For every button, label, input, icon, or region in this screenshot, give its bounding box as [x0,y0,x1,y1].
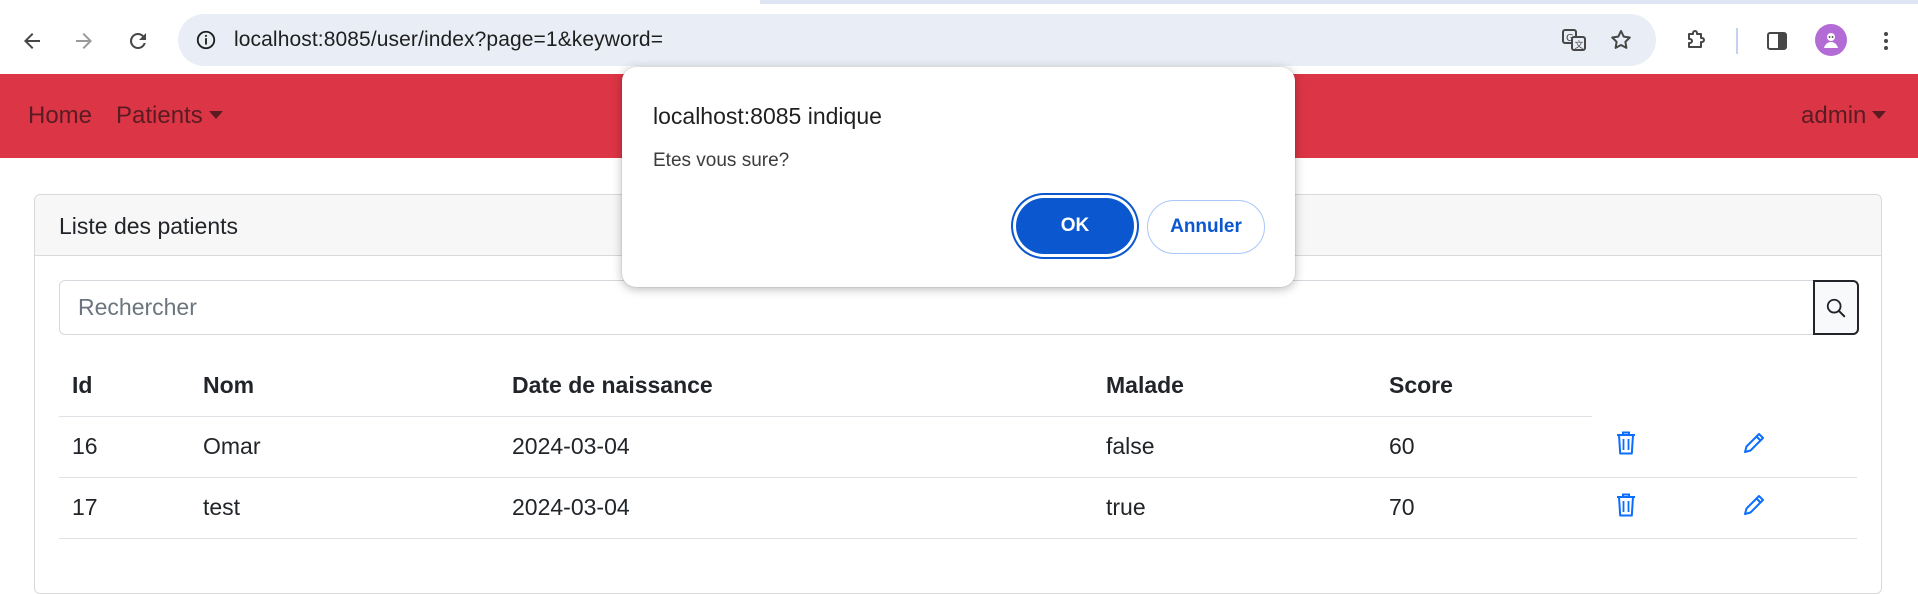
cell-delete [1592,416,1718,478]
extensions-button[interactable] [1676,21,1716,61]
cell-malade: false [1093,416,1376,478]
search-icon [1826,298,1846,317]
cell-nom: test [190,477,499,539]
pencil-icon [1744,433,1764,454]
arrow-right-icon [76,33,92,49]
side-panel-button[interactable] [1757,21,1797,61]
side-panel-icon [1767,32,1787,50]
nav-patients-dropdown[interactable]: Patients [116,102,223,130]
cell-edit [1718,477,1857,539]
translate-icon[interactable]: G文 [1558,24,1590,56]
cell-edit [1718,416,1857,478]
edit-button[interactable] [1741,430,1767,462]
nav-home[interactable]: Home [28,102,92,130]
svg-text:文: 文 [1575,39,1584,51]
card-title: Liste des patients [59,213,239,239]
reload-button[interactable] [118,21,158,61]
address-bar[interactable]: localhost:8085/user/index?page=1&keyword… [178,14,1656,66]
cell-score: 70 [1376,477,1592,539]
browser-toolbar: localhost:8085/user/index?page=1&keyword… [0,4,1918,74]
back-button[interactable] [12,21,52,61]
url-text[interactable]: localhost:8085/user/index?page=1&keyword… [234,28,663,52]
column-header-edit [1718,355,1857,416]
forward-button[interactable] [64,21,104,61]
cell-score: 60 [1376,416,1592,478]
bookmark-star-icon[interactable] [1605,24,1637,56]
browser-menu-button[interactable] [1866,21,1906,61]
search-input[interactable] [59,280,1815,335]
column-header-id: Id [59,355,190,417]
delete-button[interactable] [1615,492,1637,524]
pencil-icon [1744,494,1764,515]
column-header-date: Date de naissance [499,355,1093,417]
nav-patients-label: Patients [116,102,203,129]
column-header-malade: Malade [1093,355,1376,417]
dialog-title: localhost:8085 indique [653,103,882,129]
arrow-left-icon [24,33,40,49]
nav-user-dropdown[interactable]: admin [1801,102,1887,130]
search-button[interactable] [1813,280,1859,335]
cell-id: 17 [59,477,190,539]
site-info-icon[interactable] [190,24,222,56]
table-header-row: Id Nom Date de naissance Malade Score [59,355,1857,417]
toolbar-divider [1736,28,1738,54]
more-vert-icon [1884,32,1888,50]
cell-delete [1592,477,1718,539]
column-header-delete [1592,355,1718,416]
profile-avatar[interactable] [1815,24,1847,56]
cell-date: 2024-03-04 [499,477,1093,539]
confirm-dialog: localhost:8085 indique Etes vous sure? O… [622,67,1295,287]
edit-button[interactable] [1741,492,1767,524]
table-row: 17 test 2024-03-04 true 70 [59,477,1857,539]
avatar-icon [1824,33,1838,48]
caret-down-icon [1872,110,1887,119]
ok-button[interactable]: OK [1016,198,1134,254]
nav-user-label: admin [1801,102,1867,129]
cell-malade: true [1093,477,1376,539]
trash-icon [1617,493,1635,516]
cancel-button[interactable]: Annuler [1147,200,1265,254]
cell-date: 2024-03-04 [499,416,1093,478]
cell-id: 16 [59,416,190,478]
trash-icon [1617,431,1635,455]
dialog-message: Etes vous sure? [653,150,790,171]
table-row: 16 Omar 2024-03-04 false 60 [59,416,1857,478]
puzzle-icon [1688,30,1705,48]
reload-icon [130,32,146,49]
cell-nom: Omar [190,416,499,478]
column-header-score: Score [1376,355,1592,417]
delete-button[interactable] [1615,430,1637,462]
column-header-nom: Nom [190,355,499,417]
caret-down-icon [208,110,223,119]
search-form [59,280,1859,335]
patients-table: Id Nom Date de naissance Malade Score 16… [59,355,1857,539]
